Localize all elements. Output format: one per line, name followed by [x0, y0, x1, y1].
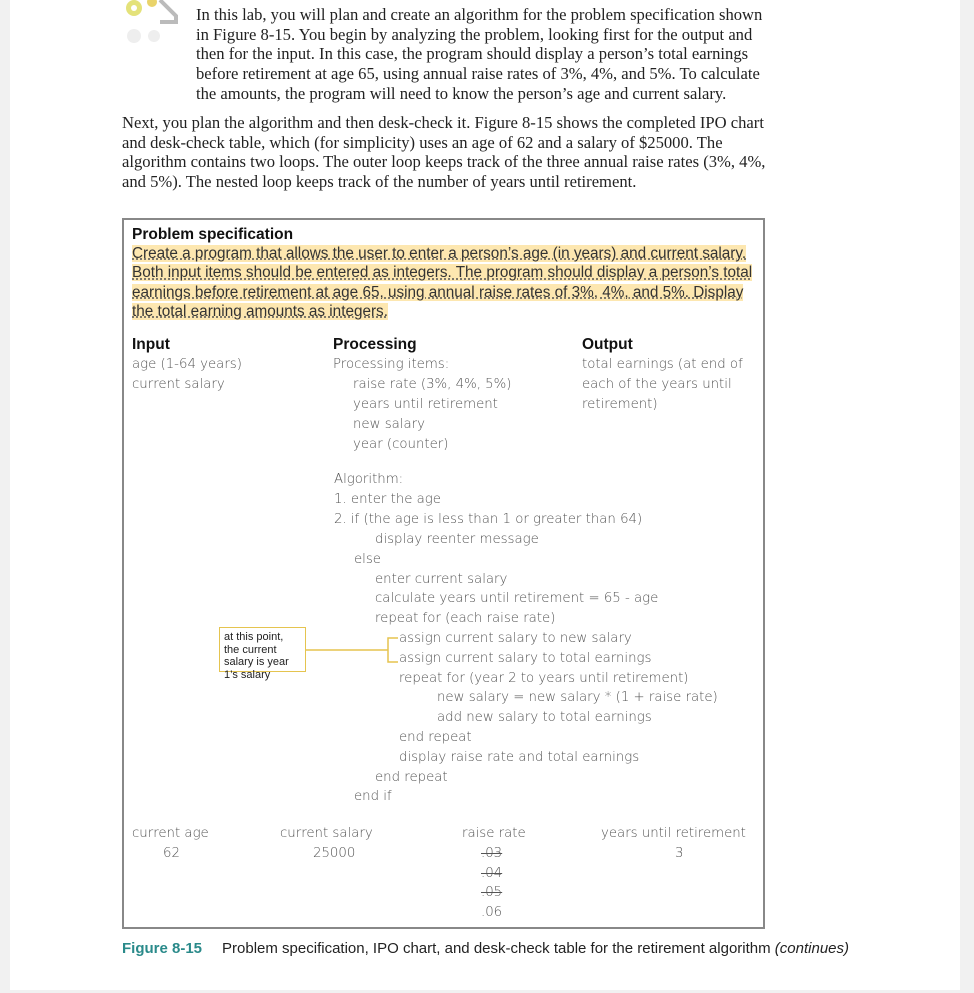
processing-item: year (counter): [353, 437, 449, 452]
intro-paragraph-1: In this lab, you will plan and create an…: [122, 5, 768, 104]
figure-caption: Figure 8-15 Problem specification, IPO ch…: [122, 940, 849, 957]
output-item: each of the years until: [582, 377, 732, 392]
algorithm-line: add new salary to total earnings: [437, 710, 652, 725]
algorithm-line: repeat for (year 2 to years until retire…: [399, 671, 689, 686]
algorithm-line: Algorithm:: [334, 472, 404, 487]
algorithm-line: display reenter message: [375, 532, 539, 547]
intro-paragraph-2: Next, you plan the algorithm and then de…: [122, 113, 766, 192]
callout-bracket: [306, 637, 398, 663]
algorithm-line: end repeat: [399, 730, 472, 745]
input-heading: Input: [132, 336, 170, 353]
algorithm-line: 2. if (the age is less than 1 or greater…: [334, 512, 643, 527]
spec-heading: Problem specification: [132, 226, 294, 243]
desk-check-value: .03: [481, 846, 503, 861]
output-item: total earnings (at end of: [582, 357, 743, 372]
processing-item: Processing items:: [333, 357, 450, 372]
processing-item: years until retirement: [353, 397, 498, 412]
algorithm-line: repeat for (each raise rate): [375, 611, 556, 626]
caption-text: Problem specification, IPO chart, and de…: [222, 940, 771, 957]
desk-check-header: current age: [132, 826, 209, 841]
input-item: current salary: [132, 377, 225, 392]
callout-note: at this point, the current salary is yea…: [219, 627, 306, 681]
desk-check-value: 25000: [313, 846, 356, 861]
processing-item: raise rate (3%, 4%, 5%): [353, 377, 512, 392]
algorithm-line: assign current salary to total earnings: [399, 651, 652, 666]
algorithm-line: 1. enter the age: [334, 492, 441, 507]
algorithm-line: end repeat: [375, 770, 448, 785]
processing-item: new salary: [353, 417, 425, 432]
desk-check-value: .06: [481, 905, 503, 920]
desk-check-header: current salary: [280, 826, 373, 841]
algorithm-line: else: [354, 552, 381, 567]
algorithm-line: calculate years until retirement = 65 - …: [375, 591, 659, 606]
desk-check-header: years until retirement: [601, 826, 746, 841]
algorithm-line: assign current salary to new salary: [399, 631, 632, 646]
output-item: retirement): [582, 397, 658, 412]
desk-check-value: 3: [675, 846, 684, 861]
algorithm-line: end if: [354, 789, 392, 804]
caption-label: Figure 8-15: [122, 940, 203, 957]
algorithm-line: enter current salary: [375, 572, 508, 587]
algorithm-line: display raise rate and total earnings: [399, 750, 640, 765]
algorithm-line: new salary = new salary * (1 + raise rat…: [437, 690, 718, 705]
desk-check-value: .04: [481, 866, 503, 881]
desk-check-value: 62: [163, 846, 180, 861]
processing-heading: Processing: [333, 336, 417, 353]
input-item: age (1-64 years): [132, 357, 242, 372]
output-heading: Output: [582, 336, 633, 353]
desk-check-header: raise rate: [462, 826, 526, 841]
desk-check-value: .05: [481, 885, 503, 900]
spec-text: Create a program that allows the user to…: [132, 245, 753, 320]
caption-continues: (continues): [774, 940, 849, 957]
icon-spacer: [122, 5, 196, 84]
